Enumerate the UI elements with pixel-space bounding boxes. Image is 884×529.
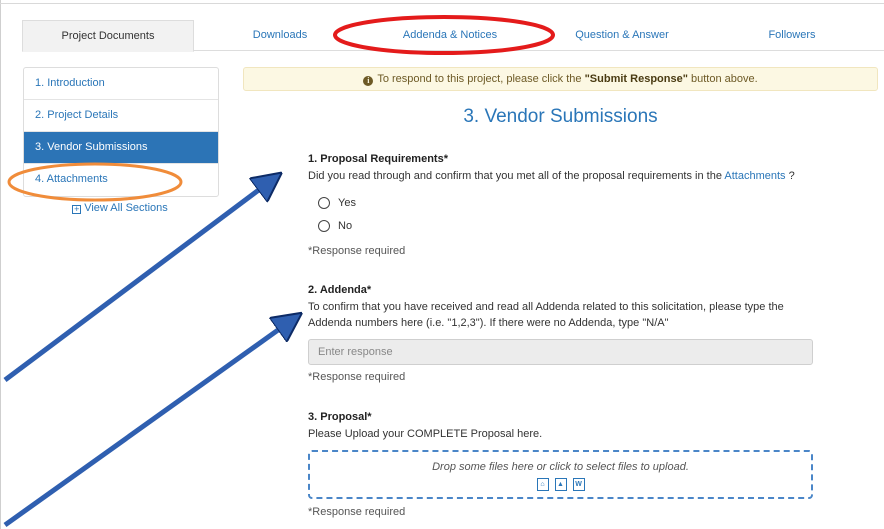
response-required-note: *Response required (308, 371, 406, 383)
question-3-title: 3. Proposal* (308, 411, 372, 423)
notice-banner: i To respond to this project, please clic… (243, 67, 878, 91)
tab-bar: Project Documents Downloads Addenda & No… (22, 20, 884, 52)
frame-border-top (0, 3, 884, 4)
radio-option-yes[interactable]: Yes (318, 197, 356, 209)
attachments-link[interactable]: Attachments (724, 170, 785, 182)
tab-question-answer[interactable]: Question & Answer (552, 20, 692, 51)
question-3-text: Please Upload your COMPLETE Proposal her… (308, 428, 543, 440)
radio-label: No (338, 220, 353, 232)
question-1-text-before: Did you read through and confirm that yo… (308, 170, 725, 182)
notice-prefix: To respond to this project, please click… (377, 73, 585, 85)
tab-project-documents[interactable]: Project Documents (22, 20, 194, 52)
question-2-text: To confirm that you have received and re… (308, 301, 784, 329)
notice-suffix: button above. (687, 73, 758, 85)
pdf-icon: ⌂ (536, 478, 549, 491)
response-required-note: *Response required (308, 506, 406, 518)
tab-downloads[interactable]: Downloads (222, 20, 338, 51)
tab-addenda-notices[interactable]: Addenda & Notices (362, 20, 538, 51)
sidebar-item-vendor-submissions[interactable]: 3. Vendor Submissions (24, 132, 218, 164)
file-type-icons: ⌂ ▲ W (310, 478, 811, 491)
view-all-label: View All Sections (84, 202, 168, 214)
sidebar-item-attachments[interactable]: 4. Attachments (24, 164, 218, 196)
word-icon: W (572, 478, 585, 491)
radio-label: Yes (338, 197, 356, 209)
file-upload-dropzone[interactable]: Drop some files here or click to select … (308, 450, 813, 499)
section-sidebar: 1. Introduction 2. Project Details 3. Ve… (23, 67, 219, 197)
addenda-response-input[interactable] (308, 339, 813, 365)
view-all-sections-link[interactable]: + View All Sections (22, 202, 218, 214)
question-2-title: 2. Addenda* (308, 284, 372, 296)
plus-square-icon: + (72, 204, 82, 214)
page-title: 3. Vendor Submissions (463, 106, 658, 127)
question-1-title: 1. Proposal Requirements* (308, 153, 448, 165)
radio-button[interactable] (318, 197, 330, 209)
frame-border (0, 0, 1, 529)
image-icon: ▲ (554, 478, 567, 491)
dropzone-text: Drop some files here or click to select … (432, 461, 689, 473)
info-icon: i (363, 76, 374, 86)
question-1-text-after: ? (785, 170, 795, 182)
question-1-text: Did you read through and confirm that yo… (308, 168, 868, 184)
sidebar-item-project-details[interactable]: 2. Project Details (24, 100, 218, 132)
tab-followers[interactable]: Followers (722, 20, 862, 51)
notice-bold: "Submit Response" (584, 73, 688, 85)
radio-button[interactable] (318, 220, 330, 232)
annotation-arrow-2 (3, 320, 292, 528)
radio-option-no[interactable]: No (318, 220, 352, 232)
sidebar-item-introduction[interactable]: 1. Introduction (24, 68, 218, 100)
response-required-note: *Response required (308, 245, 406, 257)
